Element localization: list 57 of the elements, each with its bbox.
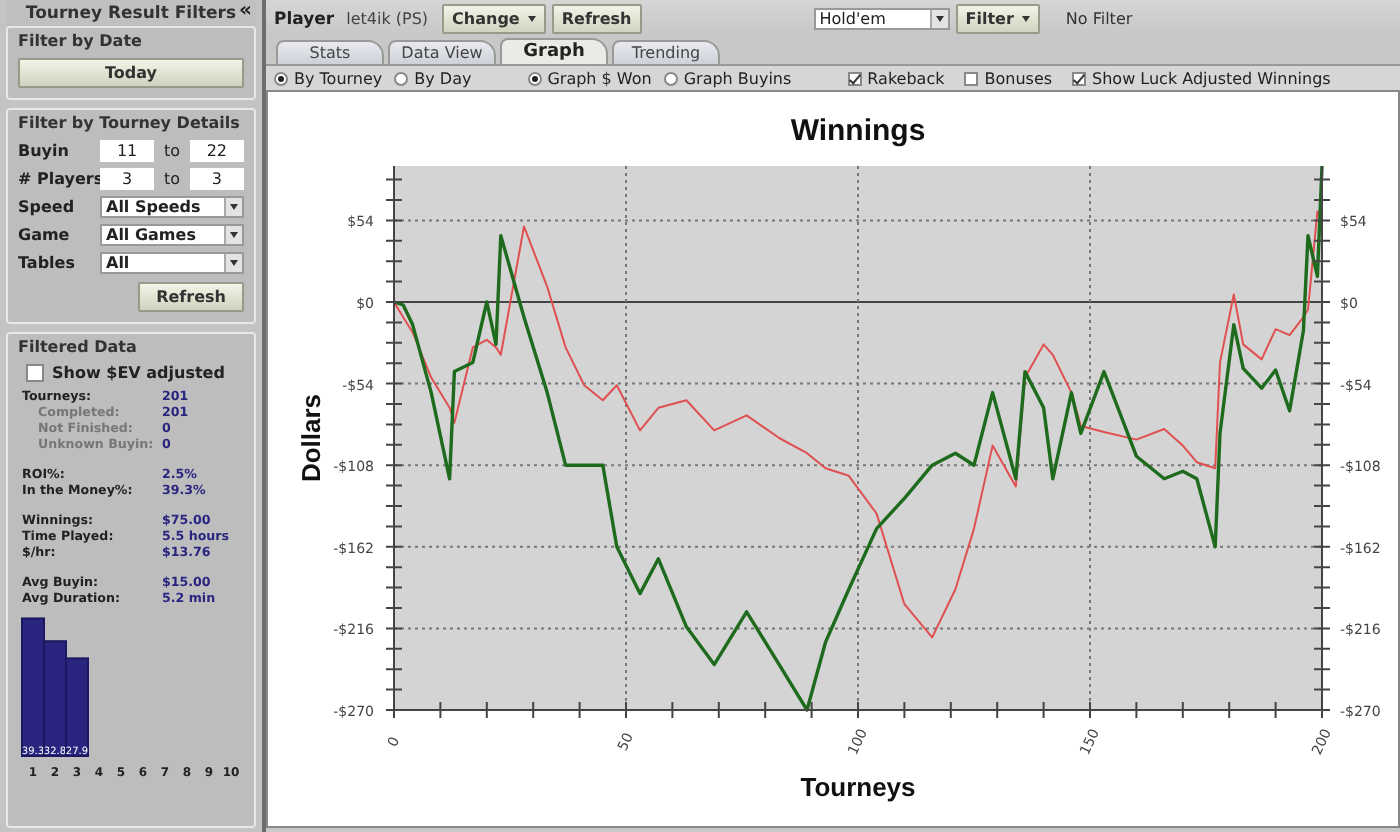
today-button[interactable]: Today xyxy=(18,58,244,88)
checkbox[interactable] xyxy=(1072,71,1087,85)
dropdown-arrow-icon[interactable] xyxy=(224,254,242,272)
radio-button[interactable] xyxy=(527,71,542,85)
dropdown[interactable]: All xyxy=(100,252,244,274)
field-label: to xyxy=(161,142,183,160)
checkbox-label: Bonuses xyxy=(984,69,1053,87)
filter-status: No Filter xyxy=(1065,10,1133,28)
field-label: Game xyxy=(18,226,72,244)
tab[interactable]: Trending xyxy=(612,40,720,64)
checkbox-label: Show Luck Adjusted Winnings xyxy=(1092,69,1331,87)
dropdown-arrow-icon[interactable] xyxy=(224,226,242,244)
checkbox[interactable] xyxy=(26,364,44,382)
input-field[interactable]: 22 xyxy=(189,140,244,162)
input-field[interactable]: 3 xyxy=(189,168,244,190)
checkbox[interactable] xyxy=(964,71,979,85)
chart-title: Winnings xyxy=(790,114,926,148)
tab[interactable]: Data View xyxy=(388,40,496,64)
dropdown-arrow-icon[interactable] xyxy=(929,10,948,28)
player-label: Player xyxy=(274,9,335,29)
radio-label: By Tourney xyxy=(294,69,383,87)
field-label: to xyxy=(161,170,183,188)
histogram-bar xyxy=(65,657,89,757)
radio-button[interactable] xyxy=(274,71,288,85)
section-heading: Filter by Date xyxy=(18,32,144,50)
checkbox-label: Show $EV adjusted xyxy=(52,364,225,382)
refresh-button[interactable]: Refresh xyxy=(551,4,642,34)
radio-label: Graph $ Won xyxy=(547,69,652,87)
axis-title: Tourneys xyxy=(800,772,916,802)
histogram-bar xyxy=(21,617,45,757)
radio-label: Graph Buyins xyxy=(683,69,792,87)
input-field[interactable]: 3 xyxy=(100,168,155,190)
checkbox[interactable] xyxy=(847,71,862,85)
change-button[interactable]: Change xyxy=(442,4,546,34)
field-label: Buyin xyxy=(18,142,71,160)
axis-title: Dollars xyxy=(296,393,326,483)
input-field[interactable]: 11 xyxy=(100,140,155,162)
dropdown-arrow-icon[interactable] xyxy=(224,198,242,216)
section-heading: Filter by Tourney Details xyxy=(18,114,242,132)
game-dropdown[interactable]: Hold'em xyxy=(813,8,950,30)
checkbox-label: Rakeback xyxy=(867,69,945,87)
player-name: let4ik (PS) xyxy=(346,10,429,28)
radio-button[interactable] xyxy=(394,71,409,85)
refresh-button[interactable]: Refresh xyxy=(138,282,244,312)
tab[interactable]: Graph xyxy=(500,38,608,64)
histogram-bar xyxy=(43,640,67,757)
section-heading: Filtered Data xyxy=(18,338,139,356)
dropdown[interactable]: All Games xyxy=(100,224,244,246)
collapse-button[interactable]: « xyxy=(239,0,252,22)
panel-title: Tourney Result Filters xyxy=(25,3,237,23)
radio-button[interactable] xyxy=(663,71,678,85)
radio-label: By Day xyxy=(414,69,472,87)
filter-button[interactable]: Filter xyxy=(955,4,1040,34)
dropdown[interactable]: All Speeds xyxy=(100,196,244,218)
field-label: Speed xyxy=(18,198,77,216)
tab[interactable]: Stats xyxy=(276,40,384,64)
field-label: Tables xyxy=(18,254,77,272)
